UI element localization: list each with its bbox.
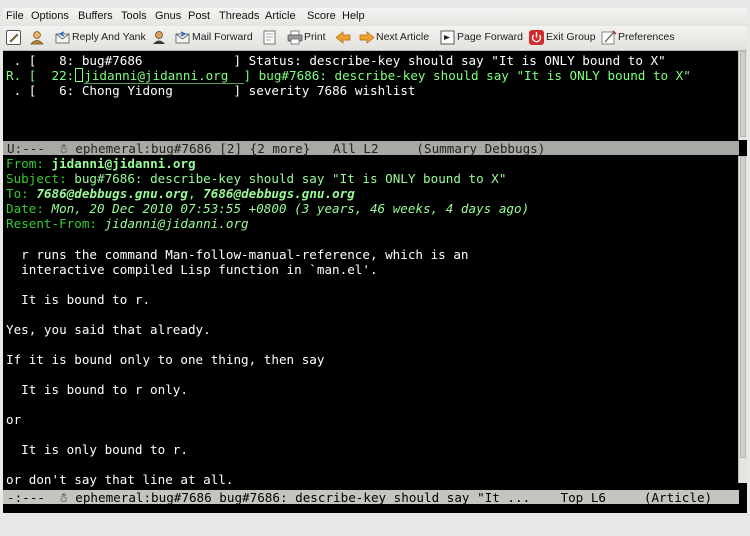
body-line: or don't say that line at all. [6, 472, 234, 487]
menu-buffers[interactable]: Buffers [78, 10, 113, 22]
menu-file[interactable]: File [6, 10, 24, 22]
envelope-forward-icon [175, 30, 190, 45]
page-forward-icon [440, 30, 455, 45]
body-line: interactive compiled Lisp function in `m… [6, 262, 378, 277]
user-write-icon [29, 30, 44, 45]
body-line: It is bound to r. [6, 292, 151, 307]
next-article-button[interactable]: Next Article [359, 29, 434, 47]
header-subject: Subject: bug#7686: describe-key should s… [6, 171, 507, 186]
envelope-reply-icon [55, 30, 70, 45]
user-icon [151, 30, 166, 45]
menu-help[interactable]: Help [342, 10, 365, 22]
body-line: Yes, you said that already. [6, 322, 211, 337]
article-pane[interactable]: From: jidanni@jidanni.org Subject: bug#7… [6, 156, 740, 487]
menu-post[interactable]: Post [188, 10, 210, 22]
reply-yank-button[interactable]: Reply And Yank [55, 29, 147, 47]
arrow-left-icon [335, 30, 351, 45]
pencil-icon [6, 30, 21, 45]
emacs-window: File Options Buffers Tools Gnus Post Thr… [3, 8, 747, 513]
page-forward-button[interactable]: Page Forward [440, 29, 524, 47]
post-news-button[interactable] [6, 29, 24, 47]
cursor [75, 68, 84, 82]
body-line: or [6, 412, 22, 427]
prev-article-button[interactable] [335, 29, 353, 47]
page-forward-label: Page Forward [457, 31, 523, 43]
header-resent-from: Resent-From: jidanni@jidanni.org [6, 216, 249, 231]
header-to: To: 7686@debbugs.gnu.org, 7686@debbugs.g… [6, 186, 355, 201]
printer-icon [287, 30, 303, 45]
toolbar: Reply And Yank Mail Forward Print Next A… [3, 26, 747, 51]
menu-threads[interactable]: Threads [219, 10, 259, 22]
body-line: r runs the command Man-follow-manual-ref… [6, 247, 469, 262]
menu-options[interactable]: Options [31, 10, 69, 22]
article-modeline: -:--- ☃ ephemeral:bug#7686 bug#7686: des… [3, 490, 739, 505]
scrollbar-thumb[interactable] [740, 51, 746, 137]
menu-gnus[interactable]: Gnus [155, 10, 181, 22]
article-scrollbar[interactable] [738, 156, 747, 483]
body-line: If it is bound only to one thing, then s… [6, 352, 325, 367]
reply-yank-label: Reply And Yank [72, 31, 146, 43]
user-button[interactable] [151, 29, 171, 47]
arrow-right-icon [359, 30, 375, 45]
followup-button[interactable] [29, 29, 49, 47]
power-icon [529, 30, 544, 45]
menu-score[interactable]: Score [307, 10, 336, 22]
summary-line[interactable]: . [ 6: Chong Yidong ] severity 7686 wish… [6, 83, 416, 98]
menu-tools[interactable]: Tools [121, 10, 147, 22]
echo-area[interactable] [3, 504, 747, 513]
preferences-button[interactable]: Preferences [601, 29, 681, 47]
print-label: Print [304, 31, 326, 43]
body-line: It is only bound to r. [6, 442, 188, 457]
exit-group-label: Exit Group [546, 31, 596, 43]
exit-group-button[interactable]: Exit Group [529, 29, 597, 47]
print-button[interactable]: Print [287, 29, 331, 47]
save-article-button[interactable] [262, 29, 282, 47]
menu-article[interactable]: Article [265, 10, 296, 22]
scrollbar-thumb[interactable] [740, 156, 746, 458]
header-from: From: jidanni@jidanni.org [6, 156, 196, 171]
summary-line-current[interactable]: R. [ 22: jidanni@jidanni.org ] bug#7686: … [6, 68, 691, 84]
mail-forward-label: Mail Forward [192, 31, 253, 43]
menubar: File Options Buffers Tools Gnus Post Thr… [3, 8, 747, 27]
summary-line[interactable]: . [ 8: bug#7686 ] Status: describe-key s… [6, 53, 666, 68]
document-save-icon [262, 30, 277, 45]
preferences-label: Preferences [618, 31, 675, 43]
summary-scrollbar[interactable] [738, 51, 747, 140]
mail-forward-button[interactable]: Mail Forward [175, 29, 257, 47]
next-article-label: Next Article [376, 31, 430, 43]
header-date: Date: Mon, 20 Dec 2010 07:53:55 +0800 (3… [6, 201, 530, 216]
summary-pane[interactable]: . [ 8: bug#7686 ] Status: describe-key s… [6, 51, 740, 141]
summary-modeline: U:--- ☃ ephemeral:bug#7686 [2] {2 more} … [3, 141, 739, 156]
preferences-icon [601, 30, 617, 45]
body-line: It is bound to r only. [6, 382, 188, 397]
